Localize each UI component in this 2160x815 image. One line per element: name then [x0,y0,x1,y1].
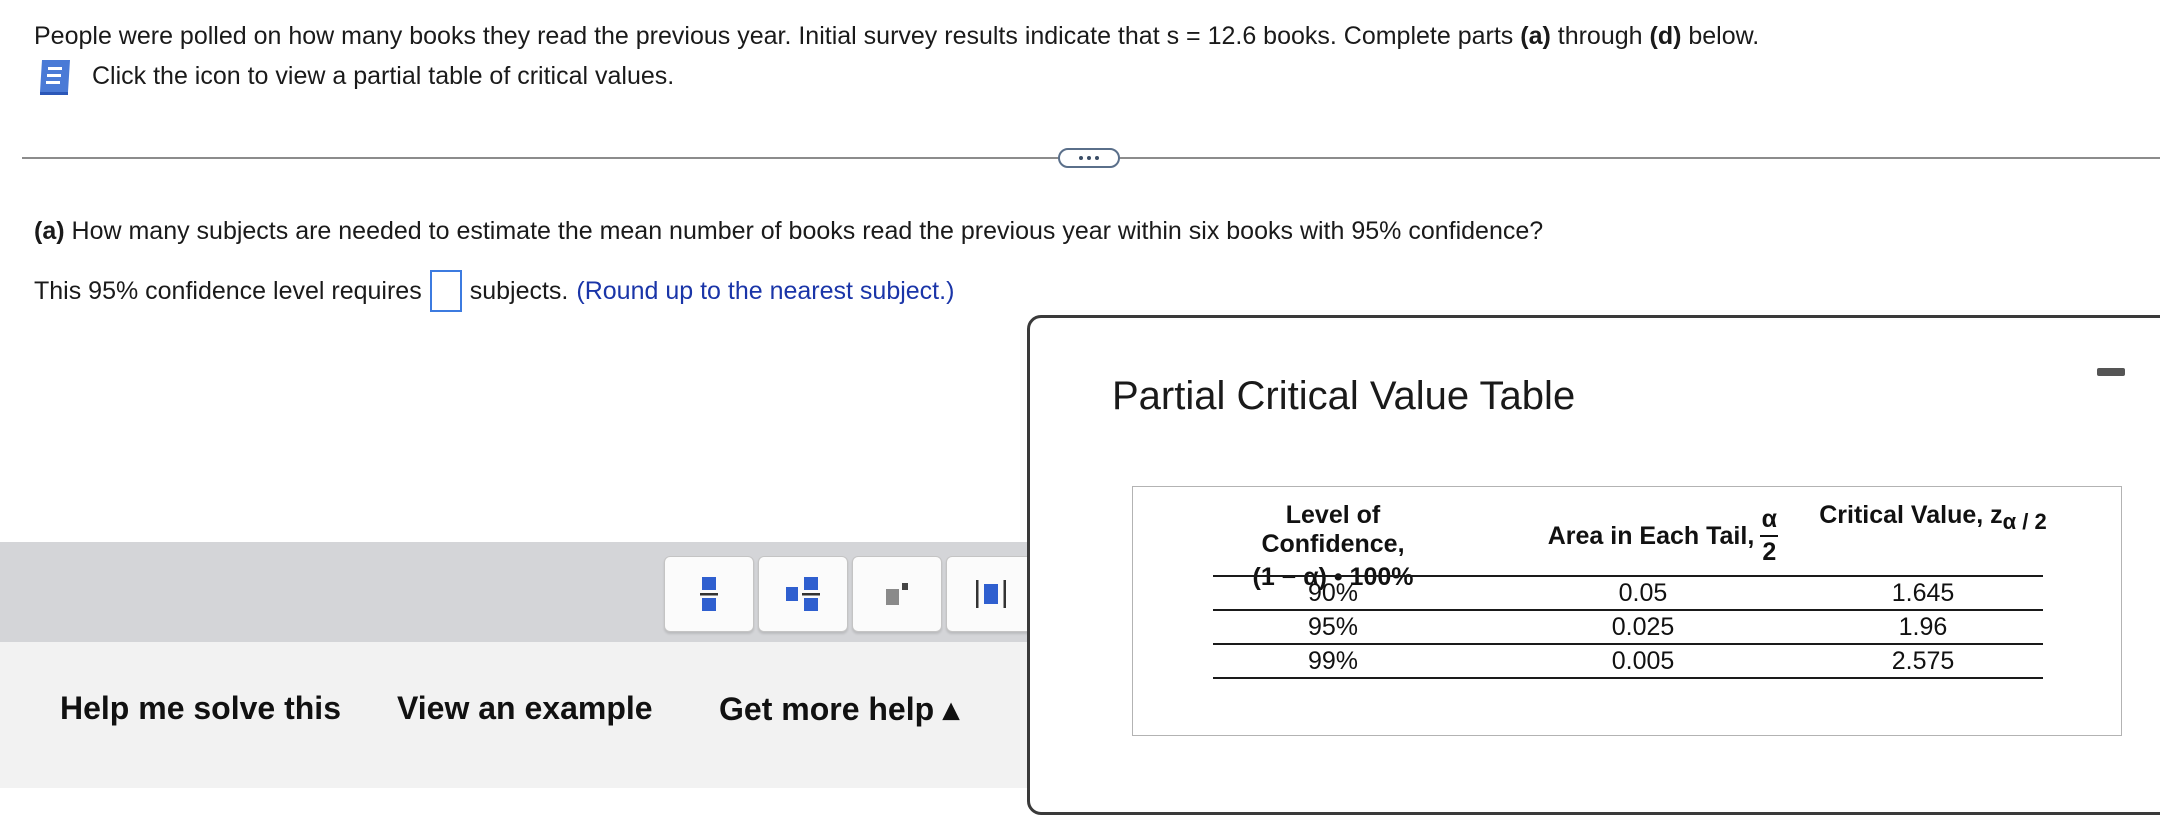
critical-value-panel: Partial Critical Value Table Level of Co… [1027,315,2160,815]
frac-denominator: 2 [1762,538,1777,566]
intro-end: below. [1681,22,1760,50]
cell-confidence: 95% [1307,613,1359,641]
expand-collapse-button[interactable] [1058,148,1120,168]
frac-numerator: α [1761,505,1777,533]
panel-title: Partial Critical Value Table [1112,374,1576,418]
answer-row: This 95% confidence level requires subje… [34,270,954,312]
cell-critical: 2.575 [1891,647,1955,675]
table-rule [1213,677,2043,679]
header-critical-label: Critical Value, z [1819,501,2003,529]
critical-value-table: Level of Confidence, (1 − α) • 100% Area… [1132,486,2122,736]
answer-suffix: subjects. [469,276,569,305]
subjects-answer-input[interactable] [429,270,462,312]
exponent-button[interactable] [852,556,942,632]
fraction-button[interactable] [664,556,754,632]
question-a: (a) How many subjects are needed to esti… [34,214,1543,248]
fraction-icon [700,577,718,611]
help-me-solve-button[interactable]: Help me solve this [60,690,341,727]
absolute-value-icon [976,580,1006,608]
table-rule [1213,609,2043,611]
view-example-button[interactable]: View an example [397,690,653,727]
mixed-number-icon [786,577,820,611]
ellipsis-dot [1079,156,1083,160]
ellipsis-dot [1087,156,1091,160]
ellipsis-dot [1095,156,1099,160]
alpha-over-two: α 2 [1760,505,1779,567]
header-area-label: Area in Each Tail, [1547,521,1755,550]
intro-text: People were polled on how many books the… [34,22,1521,50]
book-icon[interactable] [34,54,78,98]
cell-critical: 1.645 [1891,579,1955,607]
cell-critical: 1.96 [1898,613,1948,641]
cell-confidence: 99% [1307,647,1359,675]
table-rule [1213,575,2043,577]
cell-area: 0.005 [1611,647,1675,675]
minimize-icon[interactable] [2097,368,2125,376]
part-d-ref: (d) [1649,22,1682,50]
answer-prefix: This 95% confidence level requires [34,276,422,305]
table-rule [1213,643,2043,645]
absolute-value-button[interactable] [946,556,1036,632]
get-more-help-button[interactable]: Get more help ▴ [719,690,959,728]
exponent-icon [886,583,908,605]
header-confidence-line1: Level of Confidence, [1261,501,1405,558]
cell-confidence: 90% [1307,579,1359,607]
icon-prompt-text: Click the icon to view a partial table o… [92,61,675,90]
cell-area: 0.05 [1618,579,1668,607]
cell-area: 0.025 [1611,613,1675,641]
intro-through: through [1550,22,1650,50]
mixed-number-button[interactable] [758,556,848,632]
question-label: (a) [34,217,65,245]
question-text: How many subjects are needed to estimate… [64,217,1544,245]
problem-statement: People were polled on how many books the… [34,18,1759,54]
part-a-ref: (a) [1520,22,1551,50]
header-critical: Critical Value, zα / 2 [1793,501,2073,535]
header-area: Area in Each Tail, α 2 [1513,505,1813,567]
frac-bar [1760,535,1779,537]
rounding-hint: (Round up to the nearest subject.) [576,276,955,305]
header-critical-sub: α / 2 [2002,509,2047,534]
table-link-row: Click the icon to view a partial table o… [34,54,674,98]
